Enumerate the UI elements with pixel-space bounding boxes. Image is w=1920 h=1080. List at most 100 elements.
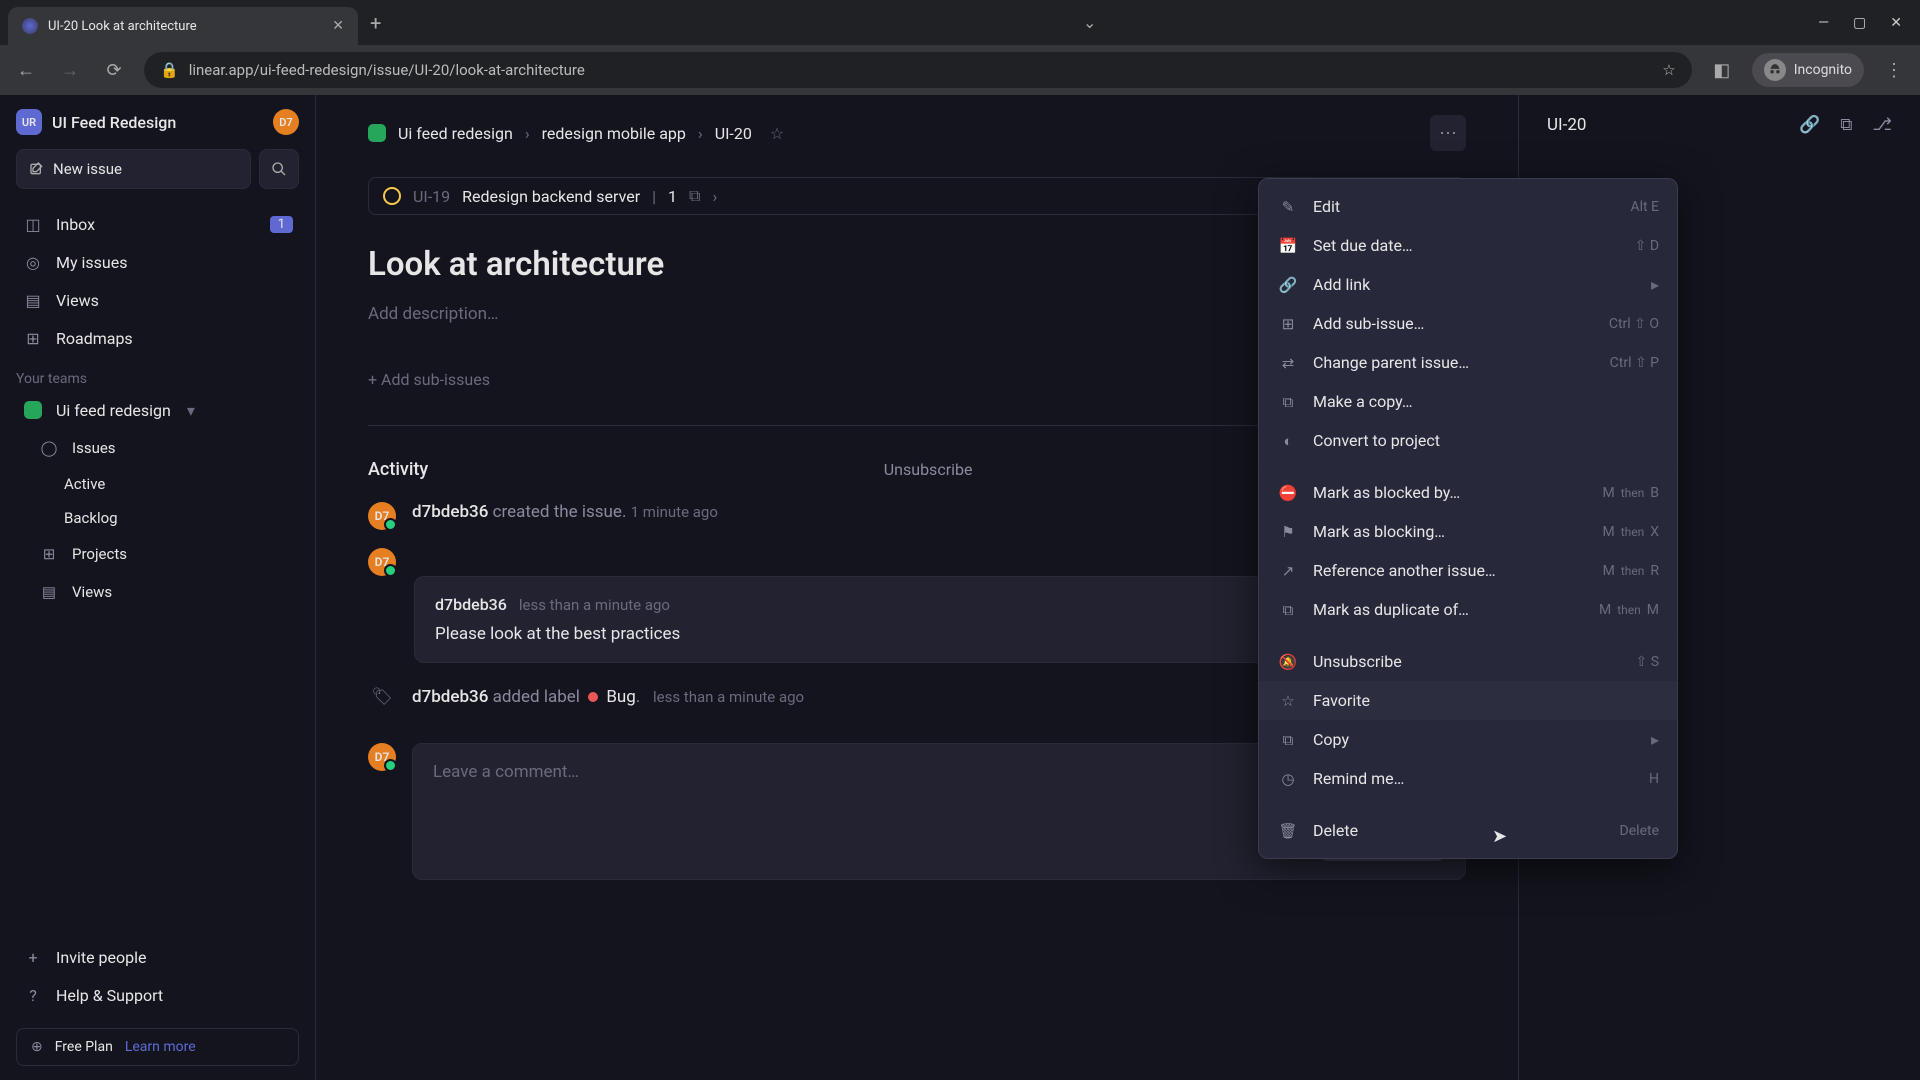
close-tab-icon[interactable]: ✕ [332, 18, 344, 34]
favorite-star-icon[interactable]: ☆ [770, 124, 784, 143]
user-avatar[interactable]: D7 [368, 548, 396, 576]
menu-shortcut: H [1649, 771, 1659, 787]
menu-shortcut: Ctrl ⇧ O [1609, 316, 1659, 332]
swap-icon: ⇄ [1277, 354, 1299, 372]
nav-views[interactable]: ▤ Views [16, 281, 299, 319]
sidebar-item-views[interactable]: ▤ Views [16, 573, 299, 611]
menu-item-edit[interactable]: ✎EditAlt E [1259, 187, 1677, 226]
learn-more-link[interactable]: Learn more [125, 1039, 196, 1055]
sidebar-item-issues[interactable]: ◯ Issues [16, 429, 299, 467]
status-icon [383, 187, 401, 205]
menu-item-mark-as-blocked-by[interactable]: ⛔Mark as blocked by…MthenB [1259, 473, 1677, 512]
link-icon: 🔗 [1277, 276, 1299, 294]
menu-item-label: Delete [1313, 821, 1606, 840]
menu-item-add-link[interactable]: 🔗Add link▸ [1259, 265, 1677, 304]
sidebar-item-active[interactable]: Active [16, 467, 299, 501]
incognito-indicator[interactable]: Incognito [1752, 53, 1864, 87]
new-issue-button[interactable]: New issue [16, 149, 251, 189]
submenu-arrow-icon: ▸ [1651, 730, 1659, 749]
more-actions-button[interactable]: ⋯ [1430, 115, 1466, 151]
sidebar-item-projects[interactable]: ⊞ Projects [16, 535, 299, 573]
breadcrumb-subproject[interactable]: redesign mobile app [542, 124, 686, 143]
reload-button[interactable]: ⟳ [100, 60, 128, 81]
unsubscribe-link[interactable]: Unsubscribe [884, 460, 973, 479]
maximize-icon[interactable]: ▢ [1853, 15, 1866, 31]
sidebar: UR UI Feed Redesign D7 New issue ◫ Inbox… [0, 95, 316, 1080]
workspace-switcher[interactable]: UR UI Feed Redesign D7 [16, 109, 299, 135]
tab-overflow-icon[interactable]: ⌄ [1083, 13, 1096, 32]
menu-shortcut: MthenR [1603, 563, 1659, 579]
copy-icon[interactable]: ⧉ [1840, 115, 1852, 135]
minimize-icon[interactable]: — [1818, 15, 1829, 31]
menu-item-copy[interactable]: ⧉Copy▸ [1259, 720, 1677, 759]
invite-people[interactable]: + Invite people [16, 938, 299, 976]
menu-shortcut: MthenX [1602, 524, 1659, 540]
menu-item-add-sub-issue[interactable]: ⊞Add sub-issue…Ctrl ⇧ O [1259, 304, 1677, 343]
menu-item-make-a-copy[interactable]: ⧉Make a copy… [1259, 382, 1677, 421]
user-avatar[interactable]: D7 [273, 109, 299, 135]
plus-icon: + [22, 946, 44, 968]
user-avatar: D7 [368, 743, 396, 771]
pencil-icon: ✎ [1277, 198, 1299, 216]
convert-icon: ◐ [1277, 432, 1299, 450]
menu-item-mark-as-blocking[interactable]: ⚑Mark as blocking…MthenX [1259, 512, 1677, 551]
duplicate-icon: ⧉ [1277, 601, 1299, 619]
browser-menu-icon[interactable]: ⋮ [1880, 60, 1908, 81]
star-bookmark-icon[interactable]: ☆ [1662, 61, 1675, 79]
menu-item-favorite[interactable]: ☆Favorite [1259, 681, 1677, 720]
pencil-square-icon [29, 161, 45, 177]
team-color-icon [24, 401, 42, 419]
menu-item-remind-me[interactable]: ◷Remind me…H [1259, 759, 1677, 798]
tag-icon: 🏷 [368, 687, 396, 707]
breadcrumb-key[interactable]: UI-20 [715, 124, 752, 143]
menu-item-mark-as-duplicate-of[interactable]: ⧉Mark as duplicate of…MthenM [1259, 590, 1677, 629]
menu-item-label: Edit [1313, 197, 1616, 216]
sidebar-item-backlog[interactable]: Backlog [16, 501, 299, 535]
browser-tab[interactable]: UI-20 Look at architecture ✕ [8, 7, 358, 45]
menu-item-label: Mark as blocked by… [1313, 483, 1589, 502]
extension-icon[interactable]: ◧ [1708, 60, 1736, 81]
menu-item-label: Copy [1313, 730, 1637, 749]
help-icon: ? [22, 984, 44, 1006]
new-tab-button[interactable]: + [370, 11, 381, 35]
menu-shortcut: MthenB [1603, 485, 1660, 501]
back-button[interactable]: ← [12, 60, 40, 81]
trash-icon: 🗑 [1277, 822, 1299, 840]
blocking-icon: ⚑ [1277, 523, 1299, 541]
branch-icon[interactable]: ⎇ [1872, 115, 1892, 135]
incognito-icon [1764, 59, 1786, 81]
menu-shortcut: Delete [1620, 823, 1659, 839]
close-window-icon[interactable]: ✕ [1890, 15, 1902, 31]
menu-item-reference-another-issue[interactable]: ↗Reference another issue…MthenR [1259, 551, 1677, 590]
plan-indicator[interactable]: ⊕ Free Plan Learn more [16, 1028, 299, 1066]
menu-shortcut: MthenM [1599, 602, 1659, 618]
copy-icon[interactable]: ⧉ [689, 186, 700, 206]
grid-icon: ⊞ [38, 543, 60, 565]
search-button[interactable] [259, 149, 299, 189]
menu-item-delete[interactable]: 🗑 Delete Delete [1259, 811, 1677, 850]
url-bar[interactable]: 🔒 linear.app/ui-feed-redesign/issue/UI-2… [144, 52, 1692, 88]
menu-item-label: Change parent issue… [1313, 353, 1596, 372]
plus-square-icon: ⊞ [1277, 315, 1299, 333]
help-support[interactable]: ? Help & Support [16, 976, 299, 1014]
link-icon[interactable]: 🔗 [1799, 115, 1820, 135]
menu-item-unsubscribe[interactable]: 🔕Unsubscribe⇧ S [1259, 642, 1677, 681]
reference-icon: ↗ [1277, 562, 1299, 580]
user-avatar[interactable]: D7 [368, 502, 396, 530]
activity-heading: Activity [368, 459, 428, 480]
menu-item-change-parent-issue[interactable]: ⇄Change parent issue…Ctrl ⇧ P [1259, 343, 1677, 382]
calendar-icon: 📅 [1277, 237, 1299, 255]
workspace-badge: UR [16, 109, 42, 135]
nav-my-issues[interactable]: ◎ My issues [16, 243, 299, 281]
issue-key: UI-20 [1547, 115, 1586, 135]
nav-roadmaps[interactable]: ⊞ Roadmaps [16, 319, 299, 357]
menu-item-label: Set due date… [1313, 236, 1621, 255]
menu-item-label: Make a copy… [1313, 392, 1659, 411]
menu-item-set-due-date[interactable]: 📅Set due date…⇧ D [1259, 226, 1677, 265]
team-header[interactable]: Ui feed redesign ▾ [16, 391, 299, 429]
nav-inbox[interactable]: ◫ Inbox 1 [16, 205, 299, 243]
chevron-right-icon[interactable]: › [712, 187, 717, 206]
breadcrumb-project[interactable]: Ui feed redesign [398, 124, 513, 143]
forward-button[interactable]: → [56, 60, 84, 81]
menu-item-convert-to-project[interactable]: ◐Convert to project [1259, 421, 1677, 460]
